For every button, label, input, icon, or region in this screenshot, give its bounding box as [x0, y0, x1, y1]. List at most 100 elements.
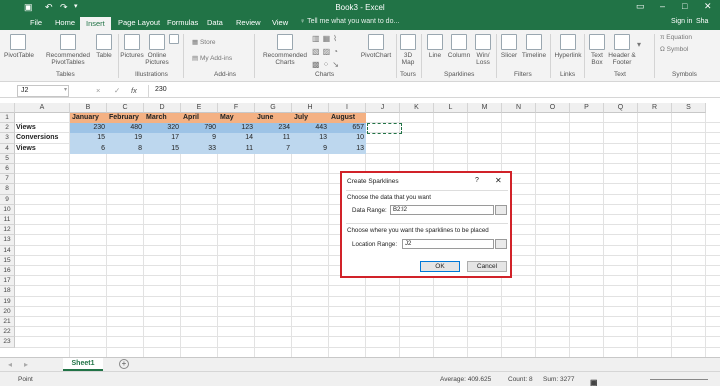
- tab-data[interactable]: Data: [207, 18, 223, 27]
- store-button[interactable]: ▦ Store: [192, 38, 216, 46]
- column-header-k[interactable]: K: [400, 103, 434, 113]
- data-cell[interactable]: 11: [255, 133, 292, 144]
- data-cell[interactable]: 15: [144, 143, 181, 154]
- row-header-11[interactable]: 11: [0, 215, 15, 226]
- column-header-q[interactable]: Q: [604, 103, 638, 113]
- symbol-button[interactable]: Ω Symbol: [660, 46, 688, 53]
- data-cell[interactable]: 19: [107, 133, 144, 144]
- chart-type-buttons[interactable]: ▥▦⌇: [312, 34, 340, 43]
- row-header-2[interactable]: 2: [0, 123, 15, 134]
- column-header-p[interactable]: P: [570, 103, 604, 113]
- ok-button[interactable]: OK: [420, 261, 460, 272]
- column-header-e[interactable]: E: [181, 103, 218, 113]
- range-picker-icon[interactable]: [495, 239, 507, 249]
- column-header-b[interactable]: B: [70, 103, 107, 113]
- tab-file[interactable]: File: [30, 18, 42, 27]
- data-cell[interactable]: 10: [329, 133, 366, 144]
- my-addins-button[interactable]: ▤ My Add-ins: [192, 54, 232, 62]
- row-header-1[interactable]: 1: [0, 113, 15, 124]
- recommended-charts-button[interactable]: Recommended Charts: [260, 34, 310, 66]
- month-header-cell[interactable]: July: [292, 113, 329, 124]
- scroll-left-icon[interactable]: ◂: [8, 360, 12, 369]
- row-header-10[interactable]: 10: [0, 204, 15, 215]
- month-header-cell[interactable]: June: [255, 113, 292, 124]
- row-header-9[interactable]: 9: [0, 194, 15, 205]
- timeline-button[interactable]: Timeline: [520, 34, 548, 59]
- column-header-i[interactable]: I: [329, 103, 366, 113]
- tab-formulas[interactable]: Formulas: [167, 18, 198, 27]
- column-header-r[interactable]: R: [638, 103, 672, 113]
- location-range-input[interactable]: J2: [402, 239, 494, 249]
- data-cell[interactable]: 123: [218, 123, 255, 134]
- help-icon[interactable]: ?: [475, 177, 479, 184]
- month-header-cell[interactable]: May: [218, 113, 255, 124]
- data-cell[interactable]: 480: [107, 123, 144, 134]
- month-header-cell[interactable]: January: [70, 113, 107, 124]
- row-header-20[interactable]: 20: [0, 306, 15, 317]
- data-cell[interactable]: 443: [292, 123, 329, 134]
- row-header-3[interactable]: 3: [0, 133, 15, 144]
- sparkline-winloss-button[interactable]: Win/ Loss: [473, 34, 493, 66]
- range-picker-icon[interactable]: [495, 205, 507, 215]
- tab-page-layout[interactable]: Page Layout: [118, 18, 160, 27]
- column-header-o[interactable]: O: [536, 103, 570, 113]
- data-cell[interactable]: 657: [329, 123, 366, 134]
- name-box[interactable]: J2: [17, 85, 69, 97]
- data-cell[interactable]: 230: [70, 123, 107, 134]
- pivottable-button[interactable]: PivotTable: [4, 34, 34, 59]
- month-header-cell[interactable]: March: [144, 113, 181, 124]
- column-header-n[interactable]: N: [502, 103, 536, 113]
- column-header-s[interactable]: S: [672, 103, 706, 113]
- combo-chart-icon[interactable]: ▩: [312, 60, 323, 69]
- data-range-input[interactable]: B2:I2: [390, 205, 494, 215]
- row-header-17[interactable]: 17: [0, 276, 15, 287]
- ribbon-display-icon[interactable]: ▭: [636, 1, 645, 12]
- row-header-22[interactable]: 22: [0, 327, 15, 338]
- name-box-dropdown-icon[interactable]: ▾: [64, 86, 67, 93]
- chart-dialog-launcher-icon[interactable]: ↘: [332, 60, 342, 69]
- sign-in-link[interactable]: Sign in: [671, 18, 692, 25]
- row-header-16[interactable]: 16: [0, 266, 15, 277]
- data-cell[interactable]: 6: [70, 143, 107, 154]
- row-header-12[interactable]: 12: [0, 225, 15, 236]
- data-cell[interactable]: 790: [181, 123, 218, 134]
- column-header-f[interactable]: F: [218, 103, 255, 113]
- data-cell[interactable]: 234: [255, 123, 292, 134]
- column-header-c[interactable]: C: [107, 103, 144, 113]
- tab-home[interactable]: Home: [55, 18, 75, 27]
- close-icon[interactable]: ✕: [704, 1, 712, 12]
- slicer-button[interactable]: Slicer: [498, 34, 520, 59]
- add-sheet-button[interactable]: +: [119, 359, 129, 369]
- row-header-18[interactable]: 18: [0, 286, 15, 297]
- text-more-button[interactable]: ▾: [637, 40, 641, 49]
- formula-input[interactable]: 230: [148, 85, 720, 97]
- row-label-cell[interactable]: Views: [15, 123, 70, 133]
- data-cell[interactable]: 14: [218, 133, 255, 144]
- statistic-chart-icon[interactable]: ▨: [323, 47, 334, 56]
- column-header-h[interactable]: H: [292, 103, 329, 113]
- row-label-cell[interactable]: Conversions: [15, 133, 70, 143]
- data-cell[interactable]: 17: [144, 133, 181, 144]
- chart-type-buttons-3[interactable]: ▩⁘↘: [312, 60, 342, 69]
- waterfall-chart-icon[interactable]: ▧: [312, 47, 323, 56]
- row-header-5[interactable]: 5: [0, 153, 15, 164]
- pivotchart-button[interactable]: PivotChart: [358, 34, 394, 59]
- recommended-pivottables-button[interactable]: Recommended PivotTables: [44, 34, 92, 66]
- row-header-19[interactable]: 19: [0, 296, 15, 307]
- tab-review[interactable]: Review: [236, 18, 261, 27]
- row-header-23[interactable]: 23: [0, 337, 15, 348]
- row-header-14[interactable]: 14: [0, 245, 15, 256]
- sparkline-column-button[interactable]: Column: [446, 34, 472, 59]
- column-chart-icon[interactable]: ▥: [312, 34, 323, 43]
- cancel-icon[interactable]: ×: [96, 86, 100, 95]
- data-cell[interactable]: 13: [292, 133, 329, 144]
- sheet-tab-sheet1[interactable]: Sheet1: [63, 358, 103, 371]
- column-header-l[interactable]: L: [434, 103, 468, 113]
- zoom-slider[interactable]: [650, 379, 708, 380]
- row-label-cell[interactable]: Views: [15, 144, 70, 154]
- pie-chart-icon[interactable]: ◔: [333, 47, 341, 56]
- month-header-cell[interactable]: August: [329, 113, 366, 124]
- cancel-button[interactable]: Cancel: [467, 261, 507, 272]
- equation-button[interactable]: π Equation: [660, 34, 692, 41]
- minimize-icon[interactable]: –: [660, 1, 665, 11]
